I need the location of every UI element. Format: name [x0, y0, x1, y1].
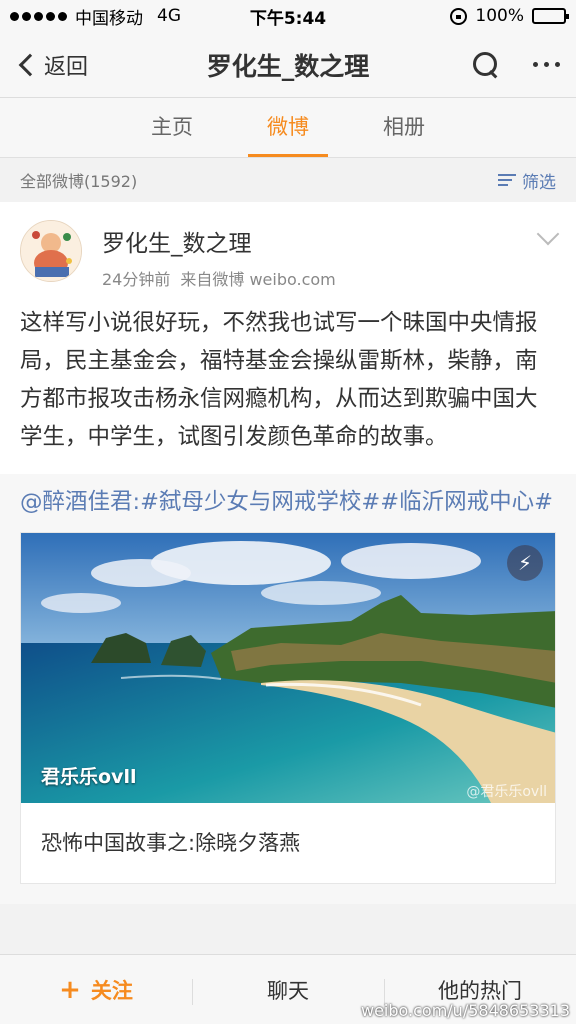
- post-header: 罗化生_数之理 24分钟前 来自微博 weibo.com: [20, 220, 560, 290]
- post-text: 这样写小说很好玩，不然我也试写一个昧国中央情报局，民主基金会，福特基金会操纵雷斯…: [20, 310, 538, 450]
- back-button[interactable]: 返回: [16, 49, 88, 81]
- link-card-image[interactable]: ⚡ 君乐乐ovll @君乐乐ovll: [21, 533, 555, 803]
- battery-icon: [532, 8, 569, 24]
- chevron-left-icon: [18, 53, 42, 76]
- back-label: 返回: [44, 54, 89, 80]
- chevron-down-icon[interactable]: [536, 222, 560, 246]
- post-card[interactable]: 罗化生_数之理 24分钟前 来自微博 weibo.com 这样写小说很好玩，不然…: [0, 202, 576, 474]
- profile-tabs: 主页 微博 相册: [0, 98, 576, 158]
- post-source: 来自微博 weibo.com: [180, 270, 336, 289]
- lightning-icon[interactable]: ⚡: [507, 545, 543, 581]
- more-icon[interactable]: [533, 62, 560, 67]
- link-card[interactable]: ⚡ 君乐乐ovll @君乐乐ovll 恐怖中国故事之:除晓夕落燕: [20, 532, 556, 884]
- post-time: 24分钟前: [102, 270, 171, 289]
- hot-label: 他的热门: [438, 978, 522, 1003]
- battery-percent: 100%: [475, 6, 524, 26]
- author-name[interactable]: 罗化生_数之理: [102, 224, 336, 258]
- filter-icon: [498, 173, 516, 187]
- plus-icon: +: [59, 974, 81, 1005]
- image-watermark: @君乐乐ovll: [466, 784, 547, 800]
- follow-button[interactable]: + 关注: [0, 975, 192, 1005]
- carrier-label: 中国移动: [75, 8, 143, 29]
- list-header: 全部微博(1592) 筛选: [0, 158, 576, 202]
- status-bar: 中国移动 4G 下午5:44 100%: [0, 0, 576, 32]
- repost-block[interactable]: @醉酒佳君:#弑母少女与网戒学校##临沂网戒中心# ⚡ 君乐乐ovll @君乐乐…: [0, 474, 576, 904]
- filter-button[interactable]: 筛选: [498, 168, 556, 193]
- avatar[interactable]: [20, 220, 82, 282]
- filter-label: 筛选: [522, 172, 556, 193]
- orientation-lock-icon: [450, 7, 468, 25]
- tab-album[interactable]: 相册: [346, 98, 462, 157]
- network-label: 4G: [157, 6, 181, 26]
- tab-home[interactable]: 主页: [114, 98, 230, 157]
- search-icon[interactable]: [473, 51, 499, 78]
- link-card-title[interactable]: 恐怖中国故事之:除晓夕落燕: [21, 803, 555, 883]
- navigation-bar: 返回 罗化生_数之理: [0, 32, 576, 98]
- chat-label: 聊天: [267, 978, 309, 1003]
- signal-icon: [10, 11, 67, 21]
- repost-text[interactable]: @醉酒佳君:#弑母少女与网戒学校##临沂网戒中心#: [20, 484, 556, 520]
- chat-button[interactable]: 聊天: [192, 975, 384, 1005]
- hot-posts-button[interactable]: 他的热门: [384, 975, 576, 1005]
- image-caption: 君乐乐ovll: [41, 766, 137, 788]
- page-watermark: weibo.com/u/5848653313: [360, 1001, 570, 1020]
- post-count: 全部微博(1592): [20, 172, 138, 191]
- tab-weibo[interactable]: 微博: [230, 98, 346, 157]
- follow-label: 关注: [90, 978, 133, 1003]
